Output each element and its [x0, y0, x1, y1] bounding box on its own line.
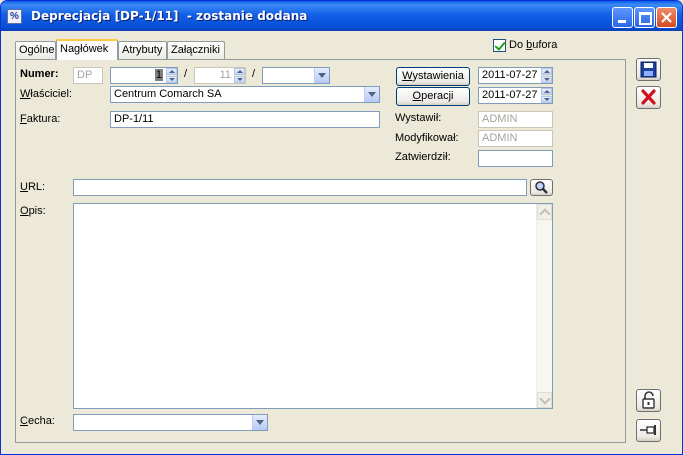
scroll-up-icon[interactable]: [537, 204, 552, 220]
numer-year-spinner: [234, 68, 245, 83]
wlasciciel-select[interactable]: Centrum Comarch SA: [110, 86, 380, 103]
close-button[interactable]: [656, 7, 677, 28]
title-bar[interactable]: % Deprecjacja [DP-1/11] - zostanie dodan…: [1, 1, 682, 31]
tab-naglowek[interactable]: Nagłówek: [56, 39, 118, 60]
wystawienia-date-spinner[interactable]: [541, 68, 552, 83]
wystawienia-date-field[interactable]: 2011-07-27: [478, 67, 553, 84]
depreciation-window: % Deprecjacja [DP-1/11] - zostanie dodan…: [0, 0, 683, 455]
opis-scrollbar[interactable]: [536, 204, 552, 408]
window-title: Deprecjacja [DP-1/11] - zostanie dodana: [31, 9, 308, 23]
wystawil-field: ADMIN: [478, 111, 553, 128]
tab-atrybuty[interactable]: Atrybuty: [118, 41, 167, 59]
modyfikowal-field: ADMIN: [478, 130, 553, 147]
modyfikowal-label: Modyfikował:: [395, 132, 459, 144]
numer-prefix-field: DP: [73, 67, 103, 84]
tab-zalaczniki[interactable]: Załączniki: [167, 41, 225, 59]
url-search-button[interactable]: [530, 179, 553, 196]
operacji-button[interactable]: Operacji: [396, 87, 470, 106]
numer-year-value: 11: [219, 69, 231, 81]
do-bufora-checkbox[interactable]: [493, 39, 506, 52]
opis-textarea[interactable]: [73, 203, 553, 409]
url-label: URL:: [20, 181, 46, 193]
do-bufora-label[interactable]: Do bufora: [509, 39, 557, 51]
faktura-field[interactable]: DP-1/11: [110, 111, 380, 128]
maximize-button[interactable]: [634, 7, 655, 28]
wystawienia-button[interactable]: Wystawienia: [396, 67, 470, 86]
wlasciciel-label: Właściciel:: [20, 88, 72, 100]
numer-spinner[interactable]: [166, 68, 177, 83]
numer-year-field: 11: [194, 67, 246, 84]
cancel-button[interactable]: [636, 86, 661, 109]
scroll-down-icon[interactable]: [537, 392, 552, 408]
operacji-date-spinner[interactable]: [541, 88, 552, 103]
magnifier-icon: [535, 181, 548, 194]
floppy-disk-icon: [640, 61, 657, 78]
faktura-label: Faktura:: [20, 113, 61, 125]
minimize-button[interactable]: [612, 7, 633, 28]
close-icon: [661, 12, 672, 23]
wlasciciel-value: Centrum Comarch SA: [114, 88, 222, 100]
chevron-down-icon[interactable]: [252, 415, 267, 430]
operacji-date-field[interactable]: 2011-07-27: [478, 87, 553, 104]
wystawil-label: Wystawił:: [395, 112, 442, 124]
chevron-down-icon[interactable]: [364, 87, 379, 102]
lock-button[interactable]: [636, 389, 661, 412]
chevron-down-icon[interactable]: [314, 68, 329, 83]
padlock-icon: [642, 391, 655, 409]
numer-separator-2: /: [252, 68, 256, 80]
numer-separator-1: /: [184, 68, 188, 80]
numer-number-value: 1: [154, 69, 163, 81]
numer-series-select[interactable]: [262, 67, 330, 84]
numer-number-field[interactable]: 1: [110, 67, 178, 84]
url-field[interactable]: [73, 179, 527, 196]
opis-label: Opis:: [20, 205, 46, 217]
cecha-select[interactable]: [73, 414, 268, 431]
app-icon: %: [7, 9, 22, 24]
pin-button[interactable]: [636, 419, 661, 442]
red-x-icon: [641, 89, 656, 105]
tab-ogolne[interactable]: Ogólne: [15, 41, 56, 59]
pushpin-icon: [640, 425, 656, 435]
zatwierdzil-label: Zatwierdził:: [395, 151, 451, 163]
zatwierdzil-field: [478, 150, 553, 167]
cecha-label: Cecha:: [20, 415, 55, 427]
numer-label: Numer:: [20, 68, 59, 80]
save-button[interactable]: [636, 58, 661, 81]
